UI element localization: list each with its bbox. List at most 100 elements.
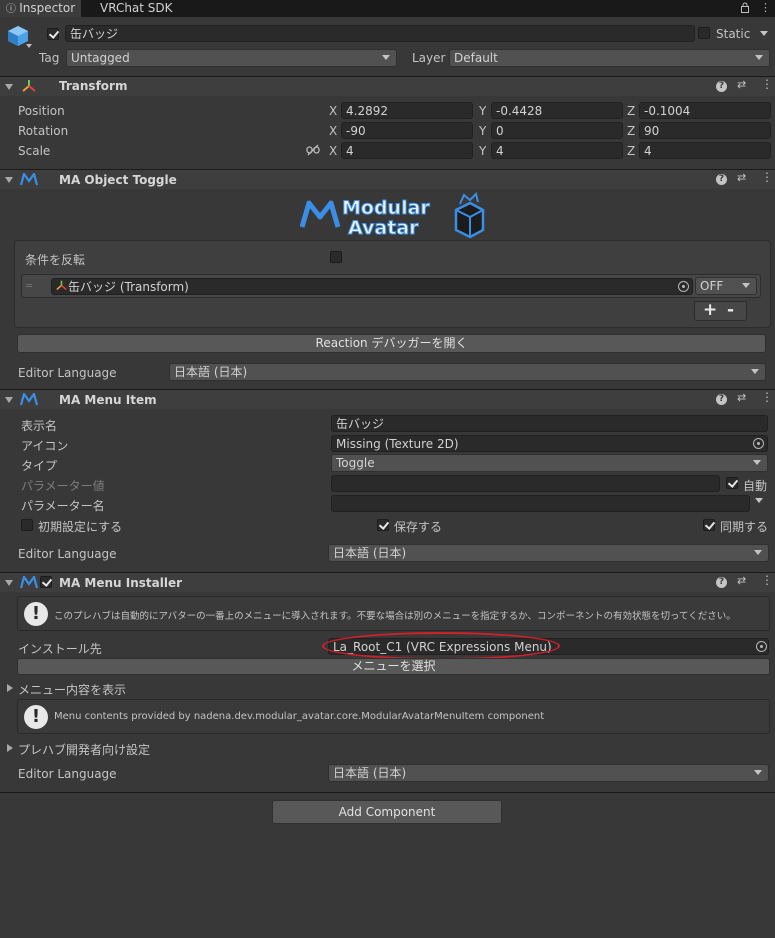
axis-z-label: Z xyxy=(627,124,636,138)
target-object-field[interactable]: 缶バッジ (Transform) xyxy=(51,278,693,295)
component-enabled-checkbox[interactable] xyxy=(40,576,52,588)
object-picker-icon[interactable] xyxy=(753,438,764,449)
synced-checkbox[interactable] xyxy=(703,519,715,531)
auto-label: 自動 xyxy=(743,479,768,493)
axis-x-label: X xyxy=(329,144,338,158)
more-options-icon[interactable]: ⋮ xyxy=(760,1,771,14)
prefab-developer-settings-foldout[interactable]: プレハブ開発者向け設定 xyxy=(18,741,150,758)
parameter-name-label: パラメーター名 xyxy=(21,499,105,513)
menu-item-header[interactable]: MA Menu Item ? ⇄ ⋮ xyxy=(0,389,775,409)
position-y-field[interactable]: -0.4428 xyxy=(491,102,623,119)
menu-contents-info-text: Menu contents provided by nadena.dev.mod… xyxy=(54,711,545,722)
static-checkbox[interactable] xyxy=(698,27,710,39)
axis-y-label: Y xyxy=(479,144,487,158)
menu-contents-info-box: ! Menu contents provided by nadena.dev.m… xyxy=(17,699,770,734)
layer-dropdown[interactable]: Default xyxy=(449,49,770,67)
help-icon[interactable]: ? xyxy=(716,174,727,185)
chevron-down-icon xyxy=(755,55,763,60)
foldout-arrow-icon[interactable] xyxy=(5,84,13,90)
info-icon: ⓘ xyxy=(6,4,20,15)
unlinked-scale-icon[interactable] xyxy=(306,144,320,156)
warning-icon: ! xyxy=(24,705,48,729)
saved-checkbox[interactable] xyxy=(377,519,389,531)
remove-entry-button[interactable]: - xyxy=(727,300,734,320)
chevron-down-icon[interactable] xyxy=(755,498,763,503)
presets-icon[interactable]: ⇄ xyxy=(737,574,746,587)
more-options-icon[interactable]: ⋮ xyxy=(761,170,773,184)
scale-z-field[interactable]: 4 xyxy=(639,142,771,159)
display-name-label: 表示名 xyxy=(21,419,58,433)
foldout-arrow-icon[interactable] xyxy=(5,397,13,403)
auto-checkbox[interactable] xyxy=(726,477,738,489)
red-annotation-circle xyxy=(322,632,560,660)
tab-vrchat-sdk[interactable]: VRChat SDK xyxy=(100,0,173,17)
tab-inspector[interactable]: ⓘ Inspector xyxy=(0,0,82,17)
icon-field[interactable]: Missing (Texture 2D) xyxy=(331,435,768,452)
show-menu-contents-foldout[interactable]: メニュー内容を表示 xyxy=(18,681,126,698)
tag-dropdown[interactable]: Untagged xyxy=(66,49,397,67)
more-options-icon[interactable]: ⋮ xyxy=(761,390,773,404)
object-name-field[interactable]: 缶バッジ xyxy=(65,25,695,42)
toggle-state-dropdown[interactable]: OFF xyxy=(695,277,757,295)
help-icon[interactable]: ? xyxy=(716,394,727,405)
axis-y-label: Y xyxy=(479,104,487,118)
invert-condition-checkbox[interactable] xyxy=(330,251,342,263)
presets-icon[interactable]: ⇄ xyxy=(737,171,746,184)
logo-text-line1: Modular xyxy=(342,197,430,219)
rotation-y-field[interactable]: 0 xyxy=(491,122,623,139)
divider xyxy=(0,792,775,793)
editor-language-label: Editor Language xyxy=(18,547,117,561)
chevron-down-icon xyxy=(753,460,761,465)
reaction-debugger-button[interactable]: Reaction デバッガーを開く xyxy=(17,334,766,353)
more-options-icon[interactable]: ⋮ xyxy=(761,77,773,91)
installer-info-text: このプレハブは自動的にアバターの一番上のメニューに導入されます。不要な場合は別の… xyxy=(54,611,736,622)
editor-language-dropdown[interactable]: 日本語 (日本) xyxy=(328,764,769,782)
static-dropdown-icon[interactable] xyxy=(760,31,768,36)
display-name-field[interactable]: 缶バッジ xyxy=(331,415,768,432)
editor-language-dropdown[interactable]: 日本語 (日本) xyxy=(169,363,766,381)
foldout-arrow-icon[interactable] xyxy=(5,580,13,586)
default-checkbox[interactable] xyxy=(21,519,33,531)
foldout-arrow-icon[interactable] xyxy=(5,177,13,183)
presets-icon[interactable]: ⇄ xyxy=(737,78,746,91)
position-z-field[interactable]: -0.1004 xyxy=(639,102,771,119)
lock-icon[interactable] xyxy=(741,2,749,13)
axis-z-label: Z xyxy=(627,104,636,118)
chevron-down-icon xyxy=(382,55,390,60)
add-entry-button[interactable]: + xyxy=(703,300,717,320)
more-options-icon[interactable]: ⋮ xyxy=(761,573,773,587)
object-picker-icon[interactable] xyxy=(678,281,689,292)
install-target-label: インストール先 xyxy=(18,642,102,656)
menu-installer-header[interactable]: MA Menu Installer ? ⇄ ⋮ xyxy=(0,572,775,592)
object-picker-icon[interactable] xyxy=(756,641,767,652)
axis-x-label: X xyxy=(329,124,338,138)
component-title: MA Menu Installer xyxy=(59,576,183,590)
transform-header[interactable]: Transform ? ⇄ ⋮ xyxy=(0,76,775,96)
editor-language-dropdown[interactable]: 日本語 (日本) xyxy=(328,544,769,562)
parameter-value-field[interactable] xyxy=(331,475,720,492)
icon-label: アイコン xyxy=(21,439,69,453)
chevron-down-icon xyxy=(754,550,762,555)
scale-y-field[interactable]: 4 xyxy=(491,142,623,159)
rotation-label: Rotation xyxy=(18,124,69,138)
rotation-x-field[interactable]: -90 xyxy=(341,122,473,139)
drag-handle-icon[interactable]: ═ xyxy=(26,281,32,292)
position-x-field[interactable]: 4.2892 xyxy=(341,102,473,119)
type-dropdown[interactable]: Toggle xyxy=(331,454,768,472)
editor-language-label: Editor Language xyxy=(18,366,117,380)
modular-avatar-icon xyxy=(19,391,39,406)
help-icon[interactable]: ? xyxy=(716,81,727,92)
icon-dropdown-icon[interactable] xyxy=(26,44,32,48)
parameter-name-field[interactable] xyxy=(331,495,750,512)
list-controls: + - xyxy=(694,300,747,321)
help-icon[interactable]: ? xyxy=(716,577,727,588)
foldout-arrow-icon[interactable] xyxy=(7,684,13,692)
add-component-button[interactable]: Add Component xyxy=(272,800,502,824)
select-menu-button[interactable]: メニューを選択 xyxy=(17,658,770,675)
rotation-z-field[interactable]: 90 xyxy=(639,122,771,139)
scale-x-field[interactable]: 4 xyxy=(341,142,473,159)
presets-icon[interactable]: ⇄ xyxy=(737,391,746,404)
foldout-arrow-icon[interactable] xyxy=(7,744,13,752)
object-toggle-header[interactable]: MA Object Toggle ? ⇄ ⋮ xyxy=(0,169,775,189)
active-checkbox[interactable] xyxy=(47,28,59,40)
